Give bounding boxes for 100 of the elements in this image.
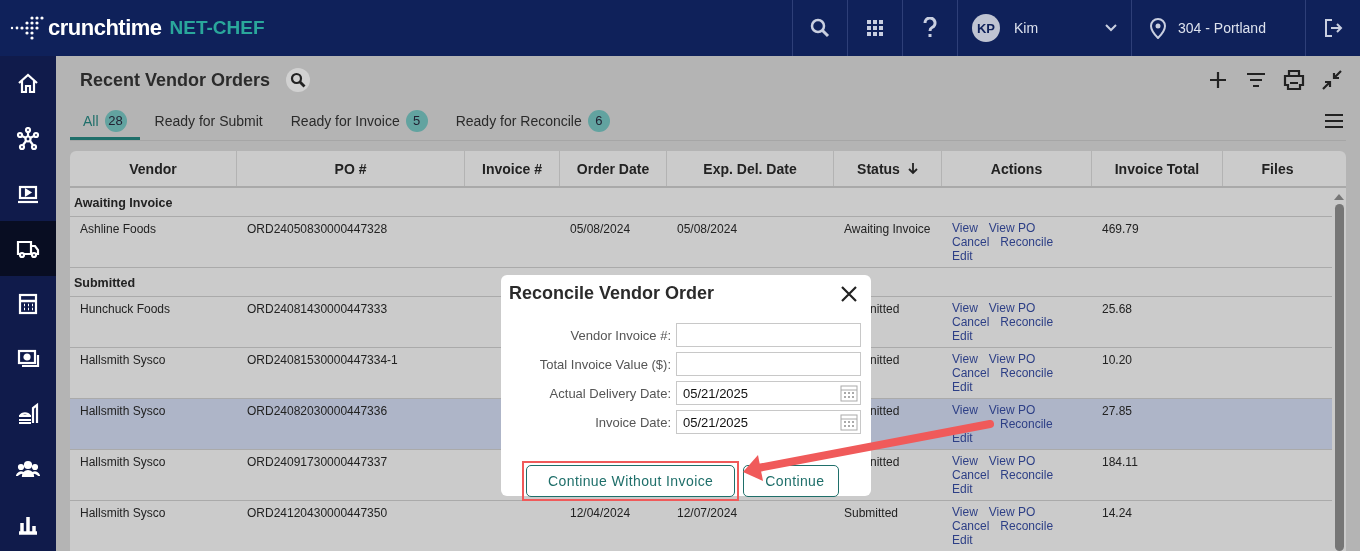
table-cell: ORD24120430000447350 bbox=[247, 506, 388, 520]
continue-without-invoice-button[interactable]: Continue Without Invoice bbox=[526, 465, 736, 497]
search-button[interactable] bbox=[286, 68, 311, 92]
column-header[interactable]: Order Date bbox=[560, 151, 667, 186]
collapse-button[interactable] bbox=[1320, 68, 1344, 92]
action-link[interactable]: Edit bbox=[952, 329, 973, 343]
close-button[interactable] bbox=[839, 283, 859, 304]
action-link[interactable]: Edit bbox=[952, 380, 973, 394]
grid-icon bbox=[866, 19, 884, 37]
table-cell: 469.79 bbox=[1102, 222, 1139, 236]
action-link[interactable]: View bbox=[952, 221, 978, 235]
action-link[interactable]: View bbox=[952, 505, 978, 519]
table-cell: Ashline Foods bbox=[80, 222, 157, 236]
action-link[interactable]: Cancel bbox=[952, 235, 990, 249]
table-cell: ORD24081430000447333 bbox=[247, 302, 388, 316]
table-cell: nitted bbox=[870, 455, 900, 469]
action-link[interactable]: Reconcile bbox=[1000, 519, 1054, 533]
table-cell: Hallsmith Sysco bbox=[80, 506, 166, 520]
filter-tab[interactable]: Ready for Invoice 5 bbox=[277, 104, 441, 140]
action-link[interactable]: Cancel bbox=[952, 366, 990, 380]
filter-tab[interactable]: Ready for Submit bbox=[141, 104, 276, 140]
action-link[interactable]: View PO bbox=[988, 301, 1036, 315]
menu-icon bbox=[1324, 113, 1344, 128]
action-link[interactable]: Edit bbox=[952, 533, 973, 547]
brand-name: crunchtime bbox=[48, 15, 162, 41]
table-cell: nitted bbox=[870, 404, 900, 418]
nav-truck-button[interactable] bbox=[0, 221, 56, 276]
input-field[interactable] bbox=[676, 352, 861, 376]
column-header[interactable]: Invoice Total bbox=[1092, 151, 1223, 186]
user-menu[interactable]: KP Kim bbox=[957, 0, 1131, 56]
filter-tab[interactable]: Ready for Reconcile 6 bbox=[442, 104, 623, 140]
page-title: Recent Vendor Orders bbox=[80, 69, 271, 91]
column-header[interactable]: PO # bbox=[237, 151, 465, 186]
table-cell: Awaiting Invoice bbox=[844, 222, 931, 236]
table-cell: Hallsmith Sysco bbox=[80, 455, 166, 469]
action-link[interactable]: Edit bbox=[952, 249, 973, 263]
nav-calendar-button[interactable] bbox=[0, 276, 56, 331]
action-link[interactable]: Reconcile bbox=[1000, 417, 1053, 431]
chevron-down-icon bbox=[1105, 24, 1117, 32]
column-header[interactable]: Invoice # bbox=[465, 151, 560, 186]
calendar-icon bbox=[840, 384, 858, 402]
scroll-up-icon bbox=[1334, 194, 1344, 200]
column-header[interactable]: Status bbox=[834, 151, 942, 186]
table-cell: Hunchuck Foods bbox=[80, 302, 171, 316]
table-cell: Submitted bbox=[844, 506, 899, 520]
action-link[interactable]: Reconcile bbox=[1000, 468, 1054, 482]
column-header[interactable]: Actions bbox=[942, 151, 1092, 186]
action-link[interactable]: Cancel bbox=[952, 519, 990, 533]
action-link[interactable]: Edit bbox=[952, 482, 973, 496]
action-link[interactable]: View PO bbox=[988, 403, 1036, 417]
filter-icon bbox=[1246, 72, 1266, 88]
action-link[interactable]: Cancel bbox=[952, 315, 990, 329]
input-field[interactable] bbox=[676, 323, 861, 347]
count-badge: 28 bbox=[104, 109, 127, 132]
nav-screen-button[interactable] bbox=[0, 166, 56, 221]
action-link[interactable]: View bbox=[952, 301, 978, 315]
action-link[interactable]: View bbox=[952, 454, 978, 468]
column-header[interactable]: Files bbox=[1223, 151, 1332, 186]
action-link[interactable]: Reconcile bbox=[1000, 366, 1054, 380]
action-link[interactable]: Cancel bbox=[952, 468, 990, 482]
column-header[interactable]: Vendor bbox=[70, 151, 237, 186]
action-link[interactable]: View bbox=[952, 403, 978, 417]
calendar-icon bbox=[840, 413, 858, 431]
scroll-thumb[interactable] bbox=[1334, 204, 1344, 551]
filter-tab[interactable]: All 28 bbox=[70, 104, 140, 140]
logout-icon bbox=[1323, 18, 1343, 38]
action-link[interactable]: Reconcile bbox=[1000, 315, 1054, 329]
nav-home-button[interactable] bbox=[0, 56, 56, 111]
action-link[interactable]: View PO bbox=[988, 505, 1036, 519]
action-link[interactable]: View PO bbox=[988, 352, 1036, 366]
table-cell: 10.20 bbox=[1102, 353, 1133, 367]
table-cell: ORD24082030000447336 bbox=[247, 404, 388, 418]
search-icon bbox=[290, 72, 307, 88]
location-selector[interactable]: 304 - Portland bbox=[1131, 0, 1305, 56]
food-icon bbox=[16, 401, 40, 426]
nav-chart-button[interactable] bbox=[0, 496, 56, 551]
action-link[interactable]: View bbox=[952, 352, 978, 366]
table-cell: 27.85 bbox=[1102, 404, 1133, 418]
field-label: Total Invoice Value ($): bbox=[539, 356, 671, 372]
date-field[interactable]: 05/21/2025 bbox=[676, 381, 861, 405]
table-cell: 12/07/2024 bbox=[677, 506, 738, 520]
table-cell: nitted bbox=[870, 353, 900, 367]
table-cell: 25.68 bbox=[1102, 302, 1133, 316]
action-link[interactable]: Reconcile bbox=[1000, 235, 1054, 249]
print-button[interactable] bbox=[1282, 68, 1306, 92]
date-field[interactable]: 05/21/2025 bbox=[676, 410, 861, 434]
close-icon bbox=[841, 285, 857, 302]
table-cell: ORD24081530000447334-1 bbox=[247, 353, 398, 367]
user-avatar: KP bbox=[972, 14, 1000, 42]
action-link[interactable]: View PO bbox=[988, 454, 1036, 468]
collapse-icon bbox=[1322, 70, 1342, 90]
help-icon bbox=[923, 17, 937, 39]
table-cell: ORD24050830000447328 bbox=[247, 222, 388, 236]
calendar-icon bbox=[16, 291, 40, 316]
column-header[interactable]: Exp. Del. Date bbox=[667, 151, 834, 186]
action-link[interactable]: View PO bbox=[988, 221, 1036, 235]
home-icon bbox=[16, 71, 40, 96]
field-label: Vendor Invoice #: bbox=[570, 327, 671, 343]
count-badge: 5 bbox=[405, 109, 428, 132]
table-cell: Hallsmith Sysco bbox=[80, 404, 166, 418]
